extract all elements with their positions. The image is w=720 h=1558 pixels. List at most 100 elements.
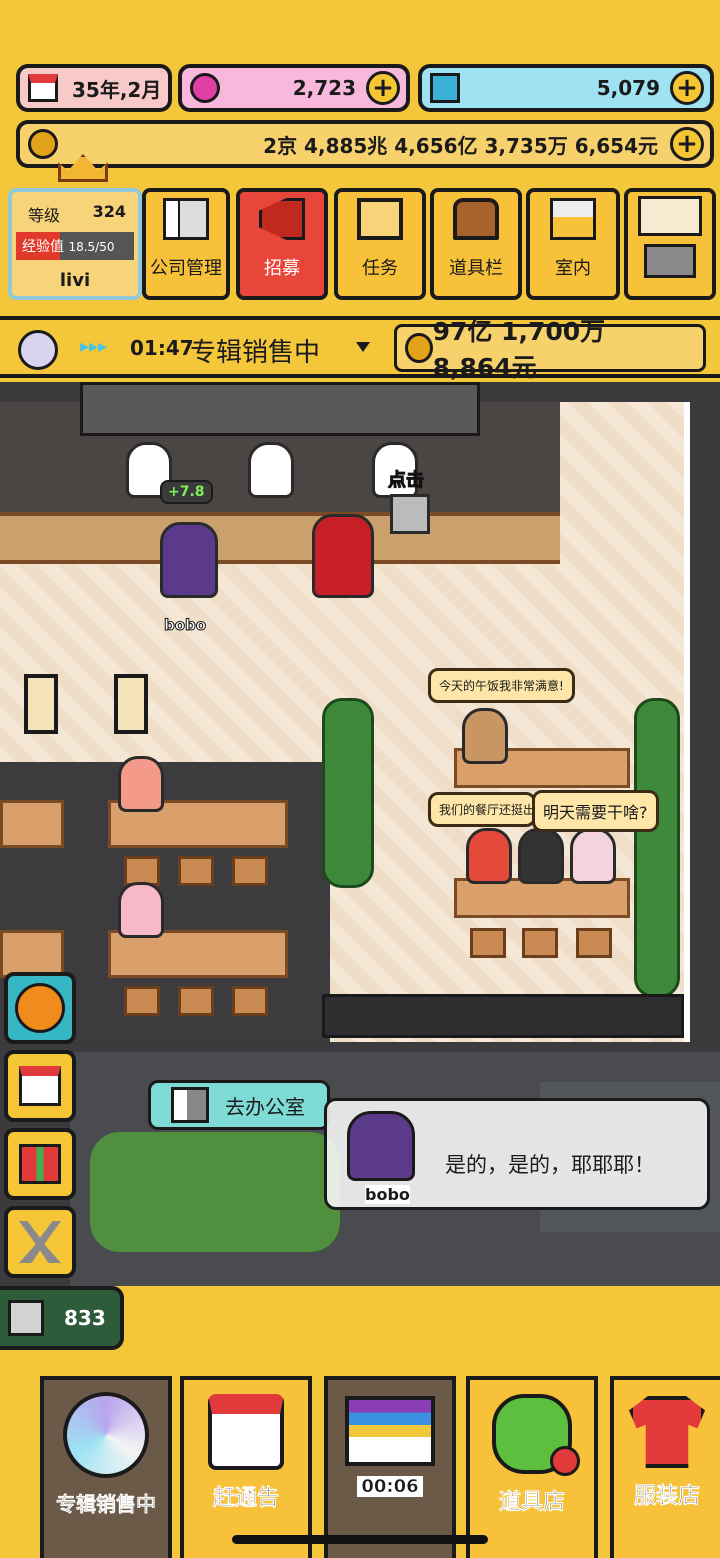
click-hint: 点击 (388, 470, 425, 492)
customer-npc[interactable] (466, 828, 512, 884)
gift-button[interactable] (4, 1128, 76, 1200)
coin-icon (405, 333, 433, 363)
scissors-button[interactable] (4, 1206, 76, 1278)
speaker-avatar (347, 1111, 415, 1181)
chef-npc[interactable] (248, 442, 294, 498)
envelope-icon (638, 196, 702, 236)
progress-arrows: ▸▸▸ (80, 336, 108, 357)
dialog-box[interactable]: bobo 是的，是的，耶耶耶！ (324, 1098, 710, 1210)
recruit-label: 招募 (264, 258, 300, 279)
chest-icon (453, 198, 499, 240)
exp-bar: 经验值 18.5/50 (16, 232, 134, 260)
pink-gem-icon (190, 73, 220, 103)
scissors-icon (19, 1221, 61, 1263)
company-management-button[interactable]: 公司管理 (142, 188, 230, 300)
calendar-icon (28, 74, 58, 102)
tv-timer: 00:06 (357, 1476, 423, 1497)
bobo-character[interactable] (160, 522, 218, 598)
shirt-icon (629, 1396, 705, 1468)
fortune-button[interactable] (4, 972, 76, 1044)
megaphone-icon (259, 198, 305, 240)
money-text: 2京 4,885兆 4,656亿 3,735万 6,654元 (263, 133, 658, 158)
go-office-label: 去办公室 (225, 1094, 305, 1119)
go-office-button[interactable]: 去办公室 (148, 1080, 330, 1130)
calendar-icon (19, 1066, 61, 1106)
exp-label: 经验值 (22, 239, 64, 255)
cat-count: 833 (64, 1306, 106, 1330)
clothes-shop-label: 服装店 (633, 1484, 701, 1510)
player-name: livi (59, 270, 91, 291)
company-management-label: 公司管理 (150, 258, 222, 279)
item-shop-label: 道具店 (498, 1490, 566, 1516)
date-pill: 35年,2月 (16, 64, 172, 112)
flower-icon (15, 983, 65, 1033)
red-hair-customer[interactable] (312, 514, 374, 598)
gift-icon (19, 1144, 61, 1184)
add-blue-gem-button[interactable]: + (670, 71, 704, 105)
status-timer: 01:47 (130, 336, 194, 360)
paint-roller-icon (550, 198, 596, 240)
album-sales-label: 专辑销售中 (56, 1492, 157, 1517)
chevron-down-icon[interactable] (356, 342, 370, 352)
blue-gem-pill: 5,079 + (418, 64, 714, 112)
earnings-text: 97亿 1,700万 8,864元 (432, 317, 606, 382)
add-money-button[interactable]: + (670, 127, 704, 161)
player-card[interactable]: 等级 324 经验值 18.5/50 livi (8, 188, 142, 300)
album-status-icon[interactable] (18, 330, 58, 370)
interior-label: 室内 (555, 258, 591, 279)
tv-button[interactable]: 00:06 (324, 1376, 456, 1558)
clover-icon (492, 1394, 580, 1476)
speech-bubble: 明天需要干啥? (532, 790, 659, 832)
building-icon (163, 198, 209, 240)
clothes-shop-button[interactable]: 服装店 (610, 1376, 720, 1558)
customer-npc[interactable] (462, 708, 508, 764)
interior-button[interactable]: 室内 (526, 188, 620, 300)
tasks-button[interactable]: 任务 (334, 188, 426, 300)
item-shop-button[interactable]: 道具店 (466, 1376, 598, 1558)
hammer-icon (644, 244, 696, 278)
level-value: 324 (92, 202, 126, 221)
notice-button[interactable]: 赶通告 (180, 1376, 312, 1558)
customer-npc[interactable] (518, 828, 564, 884)
tasks-label: 任务 (362, 258, 398, 279)
blue-gem-count: 5,079 (596, 76, 660, 100)
speech-bubble: 今天的午饭我非常满意! (428, 668, 575, 703)
alert-badge (550, 1446, 580, 1476)
disc-icon (63, 1392, 149, 1478)
exp-value: 18.5/50 (68, 240, 115, 254)
status-bar: ▸▸▸ 01:47 专辑销售中 97亿 1,700万 8,864元 (0, 316, 720, 382)
money-pill: 2京 4,885兆 4,656亿 3,735万 6,654元 + (16, 120, 714, 168)
speech-bubble: 我们的餐厅还挺出名的 (428, 792, 536, 827)
items-button[interactable]: 道具栏 (430, 188, 522, 300)
customer-npc[interactable] (118, 882, 164, 938)
recruit-button[interactable]: 招募 (236, 188, 328, 300)
scroll-icon (357, 198, 403, 240)
items-label: 道具栏 (449, 258, 503, 279)
cat-count-panel[interactable]: 833 (0, 1286, 124, 1350)
cat-icon (8, 1300, 44, 1336)
customer-npc[interactable] (118, 756, 164, 812)
coin-icon (28, 129, 58, 159)
building-icon (171, 1087, 209, 1123)
blue-gem-icon (430, 73, 460, 103)
bobo-name-tag: bobo (163, 616, 207, 635)
calendar-button[interactable] (4, 1050, 76, 1122)
tv-icon (345, 1396, 435, 1466)
pink-gem-count: 2,723 (292, 76, 356, 100)
income-badge: +7.8 (160, 480, 213, 504)
customer-npc[interactable] (570, 828, 616, 884)
notice-label: 赶通告 (212, 1486, 280, 1512)
dialog-text: 是的，是的，耶耶耶！ (445, 1153, 655, 1177)
cat-npc[interactable] (390, 494, 430, 534)
status-activity: 专辑销售中 (190, 338, 321, 368)
calendar-icon (208, 1394, 284, 1470)
speaker-name: bobo (365, 1185, 410, 1204)
date-text: 35年,2月 (72, 77, 162, 102)
mail-tools-button[interactable] (624, 188, 716, 300)
earnings-pill: 97亿 1,700万 8,864元 (394, 317, 706, 382)
level-label: 等级 (28, 206, 61, 225)
album-sales-button[interactable]: 专辑销售中 (40, 1376, 172, 1558)
pink-gem-pill: 2,723 + (178, 64, 410, 112)
home-indicator[interactable] (232, 1535, 488, 1544)
add-pink-gem-button[interactable]: + (366, 71, 400, 105)
